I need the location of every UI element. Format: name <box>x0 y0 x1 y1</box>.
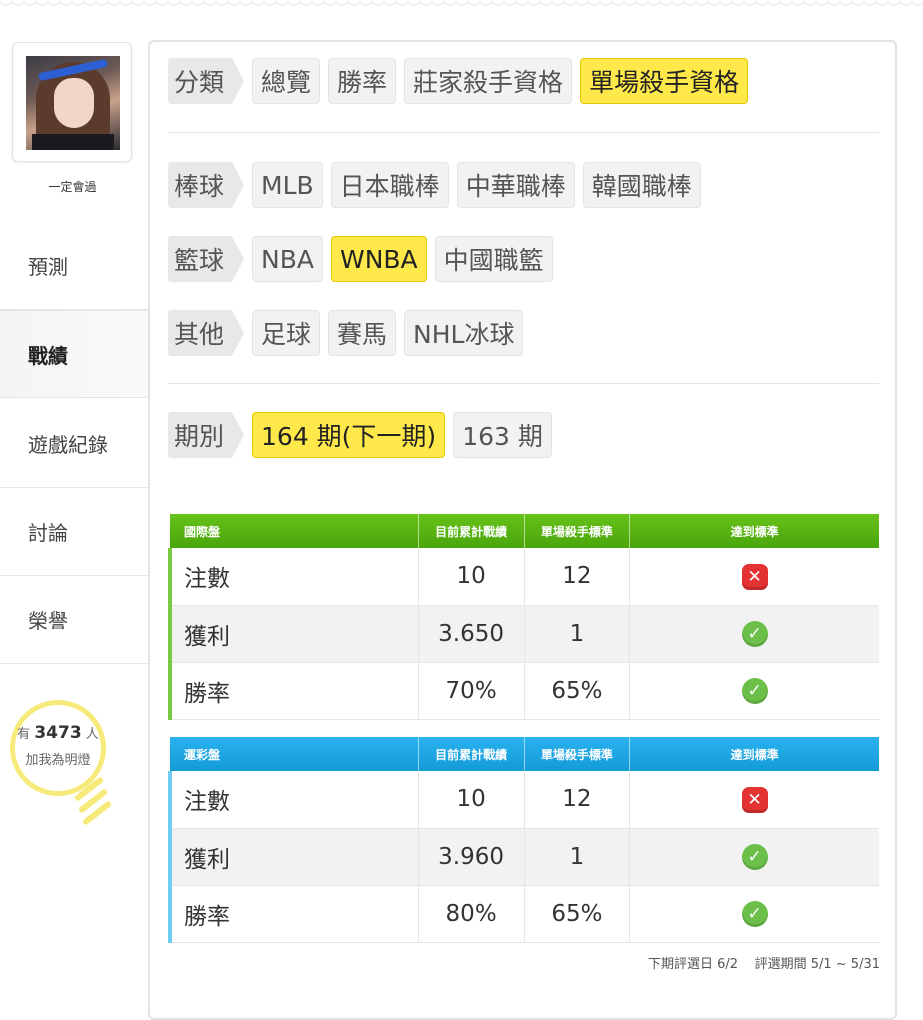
check-icon: ✓ <box>741 843 768 870</box>
table-row: 注數 10 12 ✕ <box>167 548 879 606</box>
period-label: 期別 <box>168 412 245 458</box>
header-current: 目前累計戰績 <box>418 737 525 771</box>
category-win-rate[interactable]: 勝率 <box>328 58 397 104</box>
category-banker-killer[interactable]: 莊家殺手資格 <box>404 58 573 104</box>
table-header: 運彩盤 目前累計戰績 單場殺手標準 達到標準 <box>170 737 879 771</box>
header-current: 目前累計戰績 <box>418 514 525 548</box>
row-standard: 1 <box>524 605 631 663</box>
evaluation-note: 下期評選日 6/2 評選期間 5/1 ~ 5/31 <box>148 953 880 972</box>
header-standard: 單場殺手標準 <box>524 514 631 548</box>
avatar-frame[interactable] <box>12 42 132 162</box>
row-name: 獲利 <box>167 605 419 663</box>
nav-discussion[interactable]: 討論 <box>0 488 148 576</box>
username[interactable]: 一定會過 <box>0 178 145 195</box>
header-market: 國際盤 <box>170 514 419 548</box>
nav-honor[interactable]: 榮譽 <box>0 576 148 664</box>
row-name: 獲利 <box>167 828 419 886</box>
divider <box>168 132 879 133</box>
league-cba[interactable]: 中國職籃 <box>434 236 553 282</box>
row-current: 10 <box>418 548 525 606</box>
row-current: 80% <box>418 885 525 943</box>
row-standard: 12 <box>524 771 631 829</box>
next-eval-date: 下期評選日 6/2 <box>648 957 739 972</box>
header-met: 達到標準 <box>730 524 779 539</box>
period-filter-row: 期別 164 期(下一期) 163 期 <box>168 412 552 458</box>
x-icon: ✕ <box>741 786 768 813</box>
eval-period: 評選期間 5/1 ~ 5/31 <box>754 957 880 972</box>
basketball-filter-row: 籃球 NBA WNBA 中國職籃 <box>168 236 553 282</box>
period-163[interactable]: 163 期 <box>453 412 552 458</box>
international-odds-table: 國際盤 目前累計戰績 單場殺手標準 達到標準 注數 10 12 ✕ 獲利 3.6… <box>167 514 879 720</box>
x-icon: ✕ <box>741 563 768 590</box>
category-label: 分類 <box>168 58 245 104</box>
league-wnba[interactable]: WNBA <box>330 236 427 282</box>
avatar[interactable] <box>26 56 120 150</box>
category-overview[interactable]: 總覽 <box>252 58 321 104</box>
row-name: 勝率 <box>167 885 419 943</box>
nav-record[interactable]: 戰績 <box>0 310 154 398</box>
lightbulb-icon <box>72 776 113 826</box>
other-filter-row: 其他 足球 賽馬 NHL冰球 <box>168 310 524 356</box>
row-name: 注數 <box>167 548 419 606</box>
category-filter-row: 分類 總覽 勝率 莊家殺手資格 單場殺手資格 <box>168 58 749 104</box>
table-row: 獲利 3.960 1 ✓ <box>167 828 879 886</box>
league-mlb[interactable]: MLB <box>252 162 323 208</box>
main-panel: 分類 總覽 勝率 莊家殺手資格 單場殺手資格 棒球 MLB 日本職棒 中華職棒 … <box>148 40 897 1020</box>
league-horse-racing[interactable]: 賽馬 <box>328 310 397 356</box>
table-header: 國際盤 目前累計戰績 單場殺手標準 達到標準 <box>170 514 879 548</box>
bulb-suffix: 人 <box>85 727 99 742</box>
category-single-killer[interactable]: 單場殺手資格 <box>580 58 749 104</box>
row-current: 3.650 <box>418 605 525 663</box>
baseball-label: 棒球 <box>168 162 245 208</box>
table-row: 獲利 3.650 1 ✓ <box>167 605 879 663</box>
row-name: 勝率 <box>167 662 419 720</box>
row-standard: 65% <box>524 662 631 720</box>
row-name: 注數 <box>167 771 419 829</box>
table-row: 勝率 70% 65% ✓ <box>167 662 879 720</box>
league-cpbl[interactable]: 中華職棒 <box>456 162 575 208</box>
table-row: 注數 10 12 ✕ <box>167 771 879 829</box>
baseball-filter-row: 棒球 MLB 日本職棒 中華職棒 韓國職棒 <box>168 162 701 208</box>
league-kbo[interactable]: 韓國職棒 <box>582 162 701 208</box>
period-164[interactable]: 164 期(下一期) <box>252 412 446 458</box>
row-current: 70% <box>418 662 525 720</box>
check-icon: ✓ <box>741 620 768 647</box>
nav-game-log[interactable]: 遊戲紀錄 <box>0 400 148 488</box>
league-npb[interactable]: 日本職棒 <box>330 162 449 208</box>
league-nhl[interactable]: NHL冰球 <box>404 310 524 356</box>
basketball-label: 籃球 <box>168 236 245 282</box>
league-soccer[interactable]: 足球 <box>252 310 321 356</box>
row-standard: 1 <box>524 828 631 886</box>
check-icon: ✓ <box>741 677 768 704</box>
table-row: 勝率 80% 65% ✓ <box>167 885 879 943</box>
nav-predict[interactable]: 預測 <box>0 222 148 310</box>
follower-count: 3473 <box>34 723 82 743</box>
other-label: 其他 <box>168 310 245 356</box>
divider <box>168 383 879 384</box>
sports-lottery-table: 運彩盤 目前累計戰績 單場殺手標準 達到標準 注數 10 12 ✕ 獲利 3.9… <box>167 737 879 943</box>
row-standard: 65% <box>524 885 631 943</box>
bulb-prefix: 有 <box>17 727 31 742</box>
header-market: 運彩盤 <box>170 737 419 771</box>
row-current: 3.960 <box>418 828 525 886</box>
header-met: 達到標準 <box>730 747 779 762</box>
header-standard: 單場殺手標準 <box>524 737 631 771</box>
row-standard: 12 <box>524 548 631 606</box>
sidebar: 一定會過 預測 戰績 遊戲紀錄 討論 榮譽 有 3473 人 加我為明燈 <box>0 0 154 1000</box>
check-icon: ✓ <box>741 900 768 927</box>
row-current: 10 <box>418 771 525 829</box>
bulb-label: 加我為明燈 <box>25 753 91 768</box>
league-nba[interactable]: NBA <box>252 236 323 282</box>
